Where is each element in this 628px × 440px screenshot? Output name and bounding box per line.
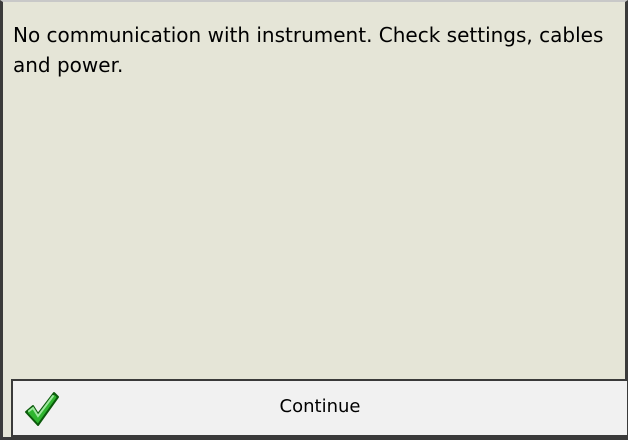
continue-button-label: Continue: [279, 396, 361, 417]
dialog-window: No communication with instrument. Check …: [0, 0, 628, 440]
continue-button[interactable]: Continue: [11, 379, 628, 437]
error-message: No communication with instrument. Check …: [13, 23, 604, 77]
